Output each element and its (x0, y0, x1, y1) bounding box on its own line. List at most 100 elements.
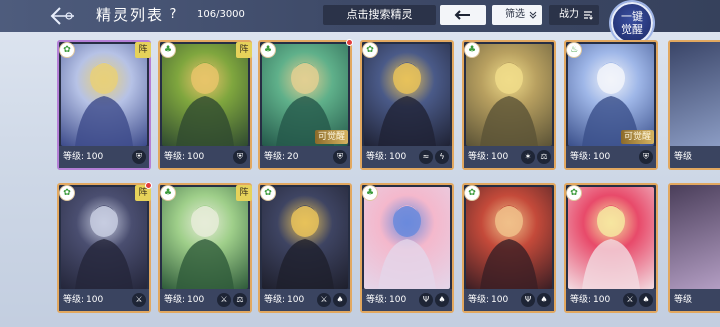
awaken-line-1: 一键 (621, 10, 643, 23)
hat-icon: ♠ (537, 293, 551, 307)
sword-icon: ⚔ (623, 293, 637, 307)
sprite-card[interactable]: ✿ 等级: 100 ⚔ ♠ (258, 183, 352, 313)
hat-icon: ♠ (333, 293, 347, 307)
character-silhouette (176, 62, 234, 146)
card-level-label: 等级 (670, 146, 720, 168)
level-value: 100 (86, 295, 104, 305)
sprite-card[interactable]: ✿ 阵等级: 100 ⚔ (57, 182, 152, 313)
scale-icon: ⚖ (233, 293, 247, 307)
filter-button[interactable]: 筛选 (492, 5, 542, 25)
sword-icon: ⚔ (132, 293, 146, 307)
notification-dot (145, 182, 152, 189)
card-footer: 等级: 100 ✶ ⚖ (464, 146, 554, 168)
level-label: 等级: (570, 152, 592, 162)
character-silhouette (378, 62, 436, 146)
skill-icons: Ψ ♠ (521, 293, 551, 307)
trident-icon: Ψ (521, 293, 535, 307)
sprite-portrait (162, 187, 248, 289)
card-footer: 等级: 100 ⛨ (160, 146, 250, 168)
sprite-portrait (568, 187, 654, 289)
level-value: 100 (593, 152, 611, 162)
element-icon: ♣ (260, 42, 276, 58)
power-sort-button[interactable]: 战力 (549, 5, 599, 25)
skill-icons: ⛨ (132, 150, 146, 164)
hat-icon: ♠ (639, 293, 653, 307)
card-footer: 等级: 100 ⛨ (59, 146, 149, 168)
skill-icons: ✶ ⚖ (521, 150, 551, 164)
element-icon: ✿ (566, 185, 582, 201)
skill-icons: ≈ ϟ (419, 150, 449, 164)
skill-icons: ⛨ (233, 150, 247, 164)
element-icon: ✿ (59, 185, 75, 201)
level-label: 等级: (63, 295, 85, 305)
card-footer: 等级: 20 ⛨ (260, 146, 350, 168)
sprite-portrait (466, 44, 552, 146)
element-icon: ♣ (362, 185, 378, 201)
card-art (670, 185, 720, 291)
sprite-card[interactable]: ♣ 等级: 100 Ψ ♠ (360, 183, 454, 313)
bolt-icon: ϟ (435, 150, 449, 164)
level-value: 100 (187, 295, 205, 305)
sprite-portrait (61, 187, 147, 289)
sprite-card-partial[interactable]: 等级 (668, 40, 720, 170)
wind-icon: ≈ (419, 150, 433, 164)
character-silhouette (582, 205, 640, 289)
sprite-card[interactable]: ♨ 可觉醒 等级: 100 ⛨ (564, 40, 658, 170)
element-icon: ♣ (160, 42, 176, 58)
sprite-portrait (61, 44, 147, 146)
awakenable-badge: 可觉醒 (314, 130, 348, 144)
formation-badge: 阵 (135, 42, 151, 58)
sprite-portrait (364, 44, 450, 146)
card-footer: 等级: 100 Ψ ♠ (464, 289, 554, 311)
level-value: 100 (389, 152, 407, 162)
character-silhouette (378, 205, 436, 289)
skill-icons: ⚔ ♠ (317, 293, 347, 307)
skill-icons: ⛨ (639, 150, 653, 164)
sprite-card[interactable]: ✿ 等级: 100 ⚔ ♠ (564, 183, 658, 313)
trident-icon: Ψ (419, 293, 433, 307)
back-sort-button[interactable] (440, 5, 486, 25)
page-title: 精灵列表 (96, 6, 165, 24)
left-arrow-icon (454, 10, 470, 20)
level-label: 等级: (63, 152, 85, 162)
card-level-label: 等级 (670, 289, 720, 311)
shield-icon: ⛨ (639, 150, 653, 164)
level-label: 等级: (468, 152, 490, 162)
element-icon: ✿ (464, 185, 480, 201)
character-silhouette (480, 62, 538, 146)
character-silhouette (176, 205, 234, 289)
help-icon[interactable]: ? (166, 7, 180, 23)
character-silhouette (75, 62, 133, 146)
shield-icon: ⛨ (233, 150, 247, 164)
sprite-card[interactable]: ♣ 可觉醒 等级: 20 ⛨ (258, 39, 353, 170)
sword-icon: ⚔ (217, 293, 231, 307)
sprite-card[interactable]: ♣ 阵等级: 100 ⚔ ⚖ (158, 183, 252, 313)
level-value: 20 (287, 152, 299, 162)
formation-badge: 阵 (236, 185, 252, 201)
star-icon: ✶ (521, 150, 535, 164)
hat-icon: ♠ (435, 293, 449, 307)
formation-badge: 阵 (236, 42, 252, 58)
character-silhouette (480, 205, 538, 289)
character-silhouette (276, 205, 334, 289)
awaken-line-2: 觉醒 (621, 23, 643, 36)
back-arrow-icon[interactable] (40, 4, 80, 28)
sprite-card[interactable]: ✿ 等级: 100 Ψ ♠ (462, 183, 556, 313)
search-input[interactable]: 点击搜索精灵 (323, 5, 436, 25)
sprite-card[interactable]: ♣ 等级: 100 ✶ ⚖ (462, 40, 556, 170)
sprite-card-partial[interactable]: 等级 (668, 183, 720, 313)
level-value: 100 (389, 295, 407, 305)
level-value: 100 (491, 295, 509, 305)
skill-icons: Ψ ♠ (419, 293, 449, 307)
level-value: 100 (187, 152, 205, 162)
card-footer: 等级: 100 ≈ ϟ (362, 146, 452, 168)
sprite-card[interactable]: ✿ 等级: 100 ≈ ϟ (360, 40, 454, 170)
card-footer: 等级: 100 ⚔ ♠ (566, 289, 656, 311)
sprite-card[interactable]: ✿ 阵等级: 100 ⛨ (57, 40, 151, 170)
skill-icons: ⛨ (333, 150, 347, 164)
card-art (670, 42, 720, 148)
level-label: 等级: (366, 295, 388, 305)
one-key-awaken-button[interactable]: 一键 觉醒 (611, 2, 653, 44)
sprite-count: 106/3000 (197, 9, 245, 20)
sprite-card[interactable]: ♣ 阵等级: 100 ⛨ (158, 40, 252, 170)
